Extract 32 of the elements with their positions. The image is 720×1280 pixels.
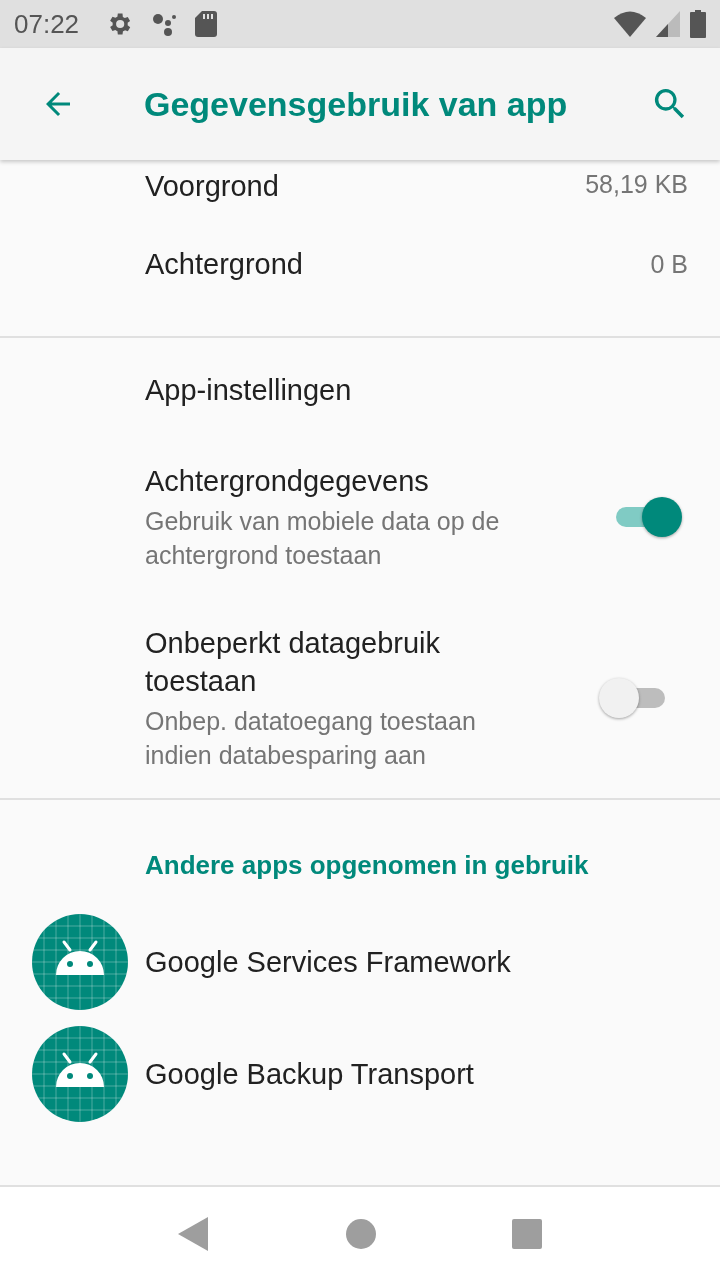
category-title: Andere apps opgenomen in gebruik <box>144 849 590 882</box>
usage-label: Voorgrond <box>145 170 280 203</box>
back-triangle-icon <box>178 1216 210 1251</box>
usage-value: 0 B <box>650 249 688 279</box>
app-name: Google Services Framework <box>145 945 512 979</box>
app-name: Google Backup Transport <box>145 1057 475 1091</box>
recents-square-icon <box>512 1218 542 1249</box>
signal-icon <box>656 11 680 37</box>
usage-row[interactable]: Voorgrond 58,19 KB <box>0 160 720 216</box>
battery-icon <box>690 10 706 38</box>
android-app-icon <box>32 914 128 1010</box>
dots-icon <box>151 11 178 37</box>
setting-title: Achtergrondgegevens <box>145 464 430 499</box>
app-row[interactable]: Google Backup Transport <box>0 1018 720 1130</box>
android-app-icon <box>32 1026 128 1122</box>
toggle-switch[interactable] <box>614 497 682 537</box>
setting-summary: Gebruik van mobiele data op de achtergrond toestaan <box>145 506 501 571</box>
usage-label: Achtergrond <box>145 247 304 281</box>
toggle-row[interactable]: Achtergrondgegevens Gebruik van mobiele data op de achtergrond toestaan <box>0 410 720 572</box>
toggle-switch[interactable] <box>599 678 667 718</box>
section-title: App-instellingen <box>144 373 353 408</box>
usage-row[interactable]: Achtergrond 0 B <box>0 216 720 312</box>
setting-title: Onbeperkt datagebruik toestaan <box>145 626 442 699</box>
sd-card-icon <box>195 11 218 37</box>
app-row[interactable]: Google Services Framework <box>0 906 720 1018</box>
wifi-icon <box>614 11 646 37</box>
status-time: 07:22 <box>14 8 80 40</box>
home-circle-icon <box>346 1218 376 1249</box>
setting-summary: Onbep. datatoegang toestaan indien databesparing aan <box>145 706 477 771</box>
page-title: Gegevensgebruik van app <box>144 84 569 124</box>
usage-value: 58,19 KB <box>585 170 688 199</box>
toggle-row[interactable]: Onbeperkt datagebruik toestaan Onbep. datatoegang toestaan indien databesparing aan <box>0 572 720 772</box>
